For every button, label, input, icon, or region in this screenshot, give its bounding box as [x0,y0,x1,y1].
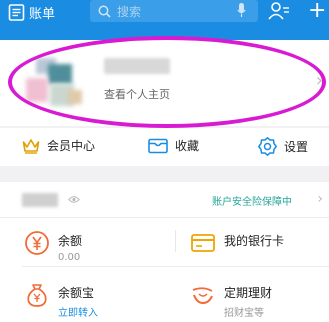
divider [22,266,329,267]
fixed-term-sub: 招财宝等 [224,308,264,319]
yuan-icon [25,231,49,255]
username-blurred [104,58,170,74]
favorites-label: 收藏 [175,139,200,153]
bank-card-item[interactable]: 我的银行卡 [190,230,329,276]
yuebao-item[interactable]: 余额宝 立即转入 [24,282,174,322]
bank-card-label: 我的银行卡 [224,234,285,248]
bank-card-icon [191,234,215,252]
crown-icon [22,138,40,154]
insurance-status[interactable]: 账户安全险保障中 [212,193,292,208]
balance-label: 余额 [58,234,83,248]
microphone-icon[interactable] [237,3,246,18]
eye-icon[interactable] [68,195,80,204]
top-bar: 账单 搜索 + [0,0,329,40]
collection-box-icon [148,138,168,153]
member-center-label: 会员中心 [47,139,96,153]
fixed-term-item[interactable]: 定期理财 招财宝等 [190,282,329,322]
balance-value: 0.00 [58,252,81,263]
chevron-right-icon: › [315,70,323,91]
quick-actions-bar: 会员中心 收藏 设置 [0,128,329,166]
account-section: 账户安全险保障中 › 余额 0.00 我的银行卡 余额宝 立即转入 定期理财 招… [0,182,329,322]
divider [175,230,176,252]
money-bag-icon [27,284,47,307]
wealth-icon [192,287,213,305]
search-bar[interactable]: 搜索 [90,0,258,22]
member-center-button[interactable]: 会员中心 [22,137,95,154]
account-blurred [22,193,58,207]
balance-item[interactable]: 余额 0.00 [24,230,174,276]
avatar [26,58,82,110]
search-icon [98,5,111,18]
fixed-term-label: 定期理财 [224,286,273,300]
profile-card[interactable]: 查看个人主页 › [0,40,329,126]
favorites-button[interactable]: 收藏 [148,137,199,154]
view-profile-link[interactable]: 查看个人主页 [104,86,170,102]
bill-button[interactable]: 账单 [8,3,56,22]
settings-button[interactable]: 设置 [258,137,308,156]
settings-label: 设置 [284,140,309,154]
gear-icon [258,137,277,156]
chevron-right-icon: › [317,191,323,207]
contacts-icon[interactable] [268,2,290,20]
bill-label: 账单 [29,6,56,22]
yuebao-label: 余额宝 [58,286,95,300]
bill-icon [8,3,25,21]
add-button[interactable]: + [308,0,326,22]
account-row[interactable]: 账户安全险保障中 › [0,182,329,218]
transfer-in-link[interactable]: 立即转入 [58,304,98,319]
